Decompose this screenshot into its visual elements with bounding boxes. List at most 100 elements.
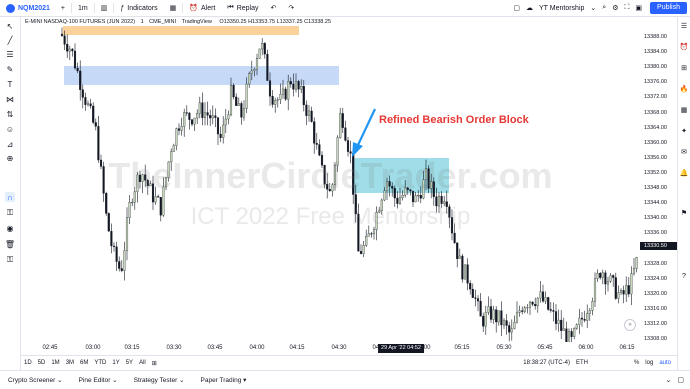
symbol-label: NQM2021 (18, 4, 50, 12)
candle-body (258, 48, 261, 59)
range-button-ytd[interactable]: YTD (91, 360, 109, 366)
symbol-search[interactable]: NQM2021 + (0, 0, 71, 16)
drawing-toolbar: ↖ ╱ ☰ ✎ T ⋈ ⇅ ☺ ⊿ ⊕ ∩ ⚿ ◉ 🗑 ⚿ (0, 17, 21, 370)
bottom-tab-strategy-tester[interactable]: Strategy Tester ⌄ (126, 376, 193, 384)
range-button-5d[interactable]: 5D (35, 360, 49, 366)
maximize-icon[interactable]: ▢ (677, 376, 684, 384)
candle-body (367, 233, 370, 237)
cloud-icon[interactable]: ☁ (526, 4, 533, 12)
zoom-icon[interactable]: ⊕ (5, 153, 15, 163)
bottom-tab-crypto-screener[interactable]: Crypto Screener ⌄ (0, 376, 71, 384)
lock-icon[interactable]: ⚿ (5, 208, 15, 218)
auto-toggle[interactable]: auto (659, 360, 671, 366)
lock-all-icon[interactable]: ⚿ (5, 255, 15, 265)
scroll-right-button[interactable]: » (624, 319, 636, 331)
price-tick: 13336.00 (644, 230, 667, 237)
layout-button[interactable]: ▦ (164, 0, 183, 16)
flag-icon[interactable]: ⚑ (680, 209, 688, 217)
brush-icon[interactable]: ✎ (5, 64, 15, 74)
search-icon[interactable]: ⌕ (602, 4, 606, 12)
bottom-tab-paper-trading[interactable]: Paper Trading ▾ (193, 376, 255, 384)
time-tick: 04:00 (249, 345, 265, 351)
chart-pane[interactable]: E-MINI NASDAQ-100 FUTURES (JUN 2022) 1 C… (21, 17, 640, 342)
chevron-down-icon[interactable]: ⌄ (590, 4, 596, 12)
trendline-icon[interactable]: ╱ (5, 35, 15, 45)
range-button-5y[interactable]: 5Y (123, 360, 136, 366)
notifications-icon[interactable]: 🔔 (680, 169, 689, 177)
candle-body (463, 264, 467, 280)
candle-body (492, 309, 495, 320)
candle-body (193, 117, 196, 125)
alerts-icon[interactable]: ⏰ (680, 43, 689, 51)
range-button-all[interactable]: All (136, 360, 149, 366)
replay-button[interactable]: ⏮ Replay (221, 0, 264, 16)
interval-button[interactable]: 1m (72, 0, 94, 16)
gear-icon[interactable]: ⚙ (612, 4, 618, 12)
percent-toggle[interactable]: % (634, 360, 639, 366)
candle-body (604, 272, 607, 285)
range-button-1y[interactable]: 1Y (109, 360, 122, 366)
alert-button[interactable]: ⏰ Alert (183, 0, 221, 16)
redo-button[interactable]: ↷ (282, 0, 300, 16)
candle-body (588, 310, 591, 314)
candle-body (627, 285, 630, 295)
log-toggle[interactable]: log (645, 360, 653, 366)
hotlist-icon[interactable]: 🔥 (680, 85, 689, 93)
clock-label[interactable]: 18:38:27 (UTC-4) (523, 360, 570, 366)
camera-icon[interactable]: ▣ (635, 4, 642, 12)
price-tick: 13360.00 (644, 139, 667, 146)
time-axis[interactable]: 02:45 03:00 03:15 03:30 03:45 04:00 04:15 04:30… (21, 342, 640, 354)
range-button-1d[interactable]: 1D (21, 360, 35, 366)
goto-date-icon[interactable]: ⊞ (149, 360, 160, 367)
indicators-button[interactable]: ƒ Indicators (114, 0, 163, 16)
plus-icon[interactable]: + (61, 5, 65, 12)
pattern-icon[interactable]: ⋈ (5, 94, 15, 104)
watchlist-icon[interactable]: ☰ (680, 22, 688, 30)
user-avatar[interactable] (6, 3, 15, 13)
order-block-label: Refined Bearish Order Block (379, 114, 529, 126)
magnet-icon[interactable]: ∩ (5, 192, 15, 202)
layout-grid-icon[interactable]: ▢ (513, 4, 520, 12)
fib-icon[interactable]: ☰ (5, 49, 15, 59)
layout-name[interactable]: YT Mentorship (539, 5, 584, 12)
candle-body (227, 114, 230, 120)
candle-body (346, 140, 350, 152)
calendar-icon[interactable]: ▦ (680, 106, 688, 114)
candle-body (294, 81, 298, 90)
legend-interval: 1 (140, 19, 144, 25)
cursor-icon[interactable]: ↖ (5, 21, 15, 31)
help-icon[interactable]: ? (680, 272, 688, 280)
ruler-icon[interactable]: ⊿ (5, 139, 15, 149)
candle-body (71, 48, 74, 52)
candle-body (79, 70, 82, 90)
chat-icon[interactable]: ✉ (680, 148, 688, 156)
eye-icon[interactable]: ◉ (5, 223, 15, 233)
range-button-1m[interactable]: 1M (48, 360, 62, 366)
bottom-tab-pine-editor[interactable]: Pine Editor ⌄ (71, 376, 126, 384)
range-button-3m[interactable]: 3M (63, 360, 77, 366)
current-price-label: 13330.50 (640, 242, 677, 250)
undo-button[interactable]: ↶ (264, 0, 282, 16)
chevron-down-icon[interactable]: ⌄ (666, 376, 672, 384)
candle-body (362, 245, 365, 254)
price-axis[interactable]: 13388.00 13384.00 13380.00 13376.00 13372.00… (640, 17, 677, 342)
candle-body (534, 304, 537, 307)
data-window-icon[interactable]: ⊞ (680, 64, 688, 72)
candle-body (526, 307, 529, 309)
price-tick: 13372.00 (644, 94, 667, 101)
prediction-icon[interactable]: ⇅ (5, 109, 15, 119)
range-button-6m[interactable]: 6M (77, 360, 91, 366)
ideas-icon[interactable]: ✦ (680, 127, 688, 135)
undo-icon: ↶ (270, 5, 277, 12)
legend-exchange: CME_MINI (149, 19, 177, 25)
session-label[interactable]: ETH (576, 360, 588, 366)
trash-icon[interactable]: 🗑 (5, 239, 15, 249)
candle-body (518, 310, 521, 313)
candle-body (580, 317, 584, 320)
text-icon[interactable]: T (5, 79, 15, 89)
chart-type-button[interactable]: ▥ (95, 0, 114, 16)
candle-body (300, 86, 303, 90)
publish-button[interactable]: Publish (650, 2, 687, 14)
fullscreen-icon[interactable]: ⛶ (624, 4, 629, 12)
emoji-icon[interactable]: ☺ (5, 124, 15, 134)
